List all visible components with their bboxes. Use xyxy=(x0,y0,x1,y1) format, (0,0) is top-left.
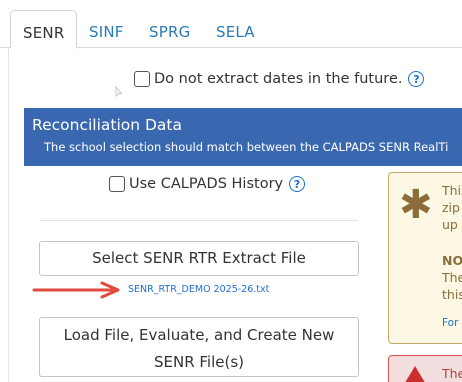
no-future-dates-checkbox[interactable] xyxy=(134,71,150,87)
use-history-label: Use CALPADS History xyxy=(129,176,284,192)
banner-title: Reconciliation Data xyxy=(32,116,183,134)
notice-box: ✱ This zip up t NOT The this For xyxy=(388,172,462,344)
selected-file-name: SENR_RTR_DEMO 2025-26.txt xyxy=(128,284,270,295)
notice-line: This xyxy=(442,183,462,198)
help-icon[interactable]: ? xyxy=(289,176,306,192)
tab-sela[interactable]: SELA xyxy=(204,10,267,48)
note-line: The xyxy=(442,270,462,285)
tab-bar: SENR SINF SPRG SELA xyxy=(0,0,462,49)
notice-line: zip xyxy=(442,200,460,215)
reconciliation-banner: Reconciliation Data The school selection… xyxy=(24,108,462,166)
annotation-arrow-icon xyxy=(32,281,120,299)
divider xyxy=(40,220,358,221)
warning-icon xyxy=(403,366,427,382)
panel-border xyxy=(8,48,9,382)
use-history-option: Use CALPADS History ? xyxy=(109,176,306,192)
notice-link[interactable]: For xyxy=(442,317,458,329)
load-button-line1: Load File, Evaluate, and Create New xyxy=(63,325,335,344)
note-line: this xyxy=(442,287,462,302)
tab-sprg[interactable]: SPRG xyxy=(137,10,202,48)
alert-box: The xyxy=(388,355,462,382)
note-heading: NOT xyxy=(442,253,462,268)
tab-senr[interactable]: SENR xyxy=(10,10,78,49)
no-future-dates-label: Do not extract dates in the future. xyxy=(154,71,403,87)
asterisk-icon: ✱ xyxy=(399,182,433,228)
no-future-dates-option: Do not extract dates in the future. ? xyxy=(134,71,425,87)
mouse-cursor-icon xyxy=(115,86,123,97)
tab-sinf[interactable]: SINF xyxy=(77,10,136,48)
load-evaluate-create-button[interactable]: Load File, Evaluate, and Create New SENR… xyxy=(39,317,359,377)
use-history-checkbox[interactable] xyxy=(109,176,125,192)
select-extract-file-button[interactable]: Select SENR RTR Extract File xyxy=(39,241,359,276)
alert-text: The xyxy=(442,366,462,381)
banner-subtitle: The school selection should match betwee… xyxy=(44,140,449,154)
notice-line: up t xyxy=(442,217,462,232)
load-button-line2: SENR File(s) xyxy=(153,352,245,371)
help-icon[interactable]: ? xyxy=(408,71,425,87)
